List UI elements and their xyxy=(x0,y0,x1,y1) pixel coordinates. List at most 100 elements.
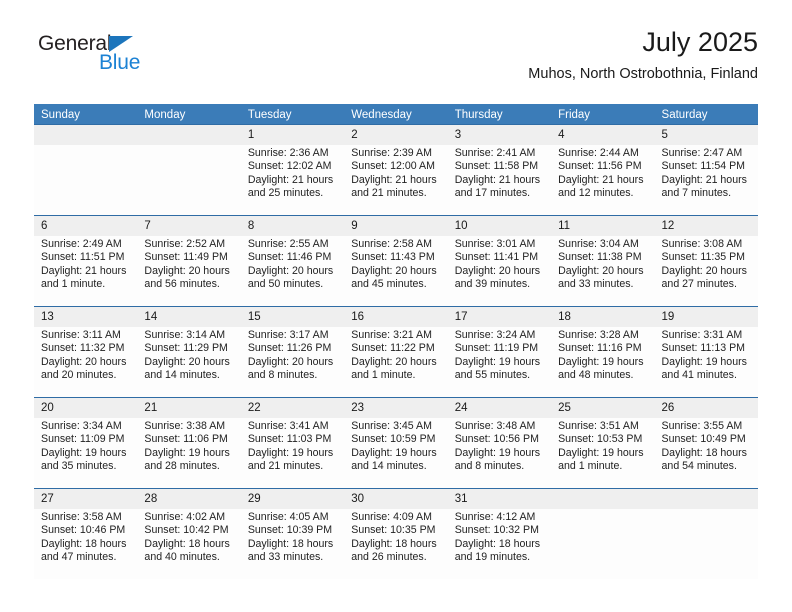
day-number[interactable]: 20 xyxy=(34,398,137,418)
day-cell[interactable]: Sunrise: 4:02 AM Sunset: 10:42 PM Daylig… xyxy=(137,509,240,579)
day-cell xyxy=(34,145,137,215)
day-cell[interactable]: Sunrise: 3:21 AM Sunset: 11:22 PM Daylig… xyxy=(344,327,447,397)
day-number[interactable]: 3 xyxy=(448,125,551,145)
day-cell[interactable]: Sunrise: 2:44 AM Sunset: 11:56 PM Daylig… xyxy=(551,145,654,215)
day-number[interactable]: 19 xyxy=(655,307,758,327)
sunset-text: Sunset: 11:09 PM xyxy=(41,433,125,446)
day-cell[interactable]: Sunrise: 3:28 AM Sunset: 11:16 PM Daylig… xyxy=(551,327,654,397)
day-cell[interactable]: Sunrise: 3:38 AM Sunset: 11:06 PM Daylig… xyxy=(137,418,240,488)
day-cell[interactable]: Sunrise: 3:17 AM Sunset: 11:26 PM Daylig… xyxy=(241,327,344,397)
day-cell[interactable]: Sunrise: 3:24 AM Sunset: 11:19 PM Daylig… xyxy=(448,327,551,397)
day-cell[interactable]: Sunrise: 2:39 AM Sunset: 12:00 AM Daylig… xyxy=(344,145,447,215)
page-title: July 2025 xyxy=(642,27,758,57)
day-number[interactable]: 13 xyxy=(34,307,137,327)
daylight-text-line1: Daylight: 18 hours xyxy=(247,537,334,550)
daylight-text-line2: and 7 minutes. xyxy=(661,187,732,200)
day-number[interactable]: 21 xyxy=(137,398,240,418)
week-day-numbers: 6 7 8 9 10 11 12 xyxy=(34,216,758,236)
day-number[interactable]: 11 xyxy=(551,216,654,236)
day-cell[interactable]: Sunrise: 4:09 AM Sunset: 10:35 PM Daylig… xyxy=(344,509,447,579)
sunset-text: Sunset: 11:16 PM xyxy=(558,342,642,355)
day-number[interactable]: 15 xyxy=(241,307,344,327)
sunrise-text: Sunrise: 4:12 AM xyxy=(454,511,536,523)
day-number[interactable]: 23 xyxy=(344,398,447,418)
calendar-week-row: 20 21 22 23 24 25 26 Sunrise: 3:34 AM Su… xyxy=(34,397,758,488)
weekday-header-saturday: Saturday xyxy=(661,109,708,121)
sunset-text: Sunset: 11:56 PM xyxy=(558,160,642,173)
day-number[interactable]: 29 xyxy=(241,489,344,509)
day-number[interactable]: 27 xyxy=(34,489,137,509)
day-number[interactable]: 8 xyxy=(241,216,344,236)
day-number[interactable]: 10 xyxy=(448,216,551,236)
sunrise-text: Sunrise: 3:24 AM xyxy=(454,329,536,341)
day-number[interactable]: 16 xyxy=(344,307,447,327)
daylight-text-line2: and 26 minutes. xyxy=(351,551,427,564)
day-cell[interactable]: Sunrise: 2:49 AM Sunset: 11:51 PM Daylig… xyxy=(34,236,137,306)
day-number[interactable]: 14 xyxy=(137,307,240,327)
sunset-text: Sunset: 11:29 PM xyxy=(144,342,228,355)
day-cell[interactable]: Sunrise: 3:04 AM Sunset: 11:38 PM Daylig… xyxy=(551,236,654,306)
sunset-text: Sunset: 10:35 PM xyxy=(351,524,436,537)
sunrise-text: Sunrise: 3:21 AM xyxy=(351,329,432,341)
day-number[interactable]: 22 xyxy=(241,398,344,418)
day-cell[interactable]: Sunrise: 3:11 AM Sunset: 11:32 PM Daylig… xyxy=(34,327,137,397)
logo-text-blue: Blue xyxy=(99,51,141,74)
day-number[interactable]: 4 xyxy=(551,125,654,145)
day-cell[interactable]: Sunrise: 3:45 AM Sunset: 10:59 PM Daylig… xyxy=(344,418,447,488)
day-number[interactable]: 30 xyxy=(344,489,447,509)
day-number[interactable]: 26 xyxy=(655,398,758,418)
day-cell[interactable]: Sunrise: 3:01 AM Sunset: 11:41 PM Daylig… xyxy=(448,236,551,306)
day-cell[interactable]: Sunrise: 2:47 AM Sunset: 11:54 PM Daylig… xyxy=(655,145,758,215)
day-number[interactable]: 25 xyxy=(551,398,654,418)
sunrise-text: Sunrise: 3:34 AM xyxy=(41,420,122,432)
sunset-text: Sunset: 10:49 PM xyxy=(661,433,746,446)
daylight-text-line1: Daylight: 20 hours xyxy=(247,264,334,277)
general-blue-logo[interactable]: General Blue xyxy=(38,32,238,78)
day-cell[interactable]: Sunrise: 2:52 AM Sunset: 11:49 PM Daylig… xyxy=(137,236,240,306)
day-cell[interactable]: Sunrise: 3:58 AM Sunset: 10:46 PM Daylig… xyxy=(34,509,137,579)
day-cell[interactable]: Sunrise: 4:12 AM Sunset: 10:32 PM Daylig… xyxy=(448,509,551,579)
sunset-text: Sunset: 12:00 AM xyxy=(351,160,435,173)
day-number[interactable]: 12 xyxy=(655,216,758,236)
day-cell[interactable]: Sunrise: 2:41 AM Sunset: 11:58 PM Daylig… xyxy=(448,145,551,215)
day-number[interactable]: 9 xyxy=(344,216,447,236)
day-cell[interactable]: Sunrise: 3:08 AM Sunset: 11:35 PM Daylig… xyxy=(655,236,758,306)
day-cell[interactable]: Sunrise: 3:55 AM Sunset: 10:49 PM Daylig… xyxy=(655,418,758,488)
daylight-text-line1: Daylight: 20 hours xyxy=(454,264,541,277)
day-number[interactable]: 18 xyxy=(551,307,654,327)
daylight-text-line2: and 8 minutes. xyxy=(247,369,318,382)
sunset-text: Sunset: 12:02 AM xyxy=(247,160,332,173)
page-header: General Blue July 2025 Muhos, North Ostr… xyxy=(34,0,758,82)
daylight-text-line2: and 19 minutes. xyxy=(454,551,531,564)
day-number[interactable]: 17 xyxy=(448,307,551,327)
day-cell[interactable]: Sunrise: 3:48 AM Sunset: 10:56 PM Daylig… xyxy=(448,418,551,488)
sunrise-text: Sunrise: 3:08 AM xyxy=(661,238,743,250)
sunrise-text: Sunrise: 2:58 AM xyxy=(351,238,432,250)
day-cell[interactable]: Sunrise: 2:55 AM Sunset: 11:46 PM Daylig… xyxy=(241,236,344,306)
day-number[interactable]: 2 xyxy=(344,125,447,145)
daylight-text-line2: and 41 minutes. xyxy=(661,369,737,382)
day-cell[interactable]: Sunrise: 2:58 AM Sunset: 11:43 PM Daylig… xyxy=(344,236,447,306)
day-cell[interactable]: Sunrise: 4:05 AM Sunset: 10:39 PM Daylig… xyxy=(241,509,344,579)
day-number[interactable]: 24 xyxy=(448,398,551,418)
day-cell[interactable]: Sunrise: 3:31 AM Sunset: 11:13 PM Daylig… xyxy=(655,327,758,397)
day-number[interactable]: 6 xyxy=(34,216,137,236)
sunrise-text: Sunrise: 3:04 AM xyxy=(558,238,639,250)
day-number[interactable]: 1 xyxy=(241,125,344,145)
sunrise-text: Sunrise: 2:41 AM xyxy=(454,147,536,159)
day-cell[interactable]: Sunrise: 3:51 AM Sunset: 10:53 PM Daylig… xyxy=(551,418,654,488)
sunset-text: Sunset: 11:13 PM xyxy=(661,342,745,355)
day-cell[interactable]: Sunrise: 3:14 AM Sunset: 11:29 PM Daylig… xyxy=(137,327,240,397)
day-cell[interactable]: Sunrise: 2:36 AM Sunset: 12:02 AM Daylig… xyxy=(241,145,344,215)
day-cell[interactable]: Sunrise: 3:41 AM Sunset: 11:03 PM Daylig… xyxy=(241,418,344,488)
day-cell[interactable]: Sunrise: 3:34 AM Sunset: 11:09 PM Daylig… xyxy=(34,418,137,488)
daylight-text-line1: Daylight: 19 hours xyxy=(144,446,230,459)
sunset-text: Sunset: 10:53 PM xyxy=(558,433,643,446)
day-number[interactable]: 5 xyxy=(655,125,758,145)
sunrise-text: Sunrise: 2:52 AM xyxy=(144,238,226,250)
day-number[interactable]: 7 xyxy=(137,216,240,236)
calendar-week-row: 13 14 15 16 17 18 19 Sunrise: 3:11 AM Su… xyxy=(34,306,758,397)
daylight-text-line1: Daylight: 18 hours xyxy=(454,537,541,550)
day-number[interactable]: 28 xyxy=(137,489,240,509)
day-number[interactable]: 31 xyxy=(448,489,551,509)
